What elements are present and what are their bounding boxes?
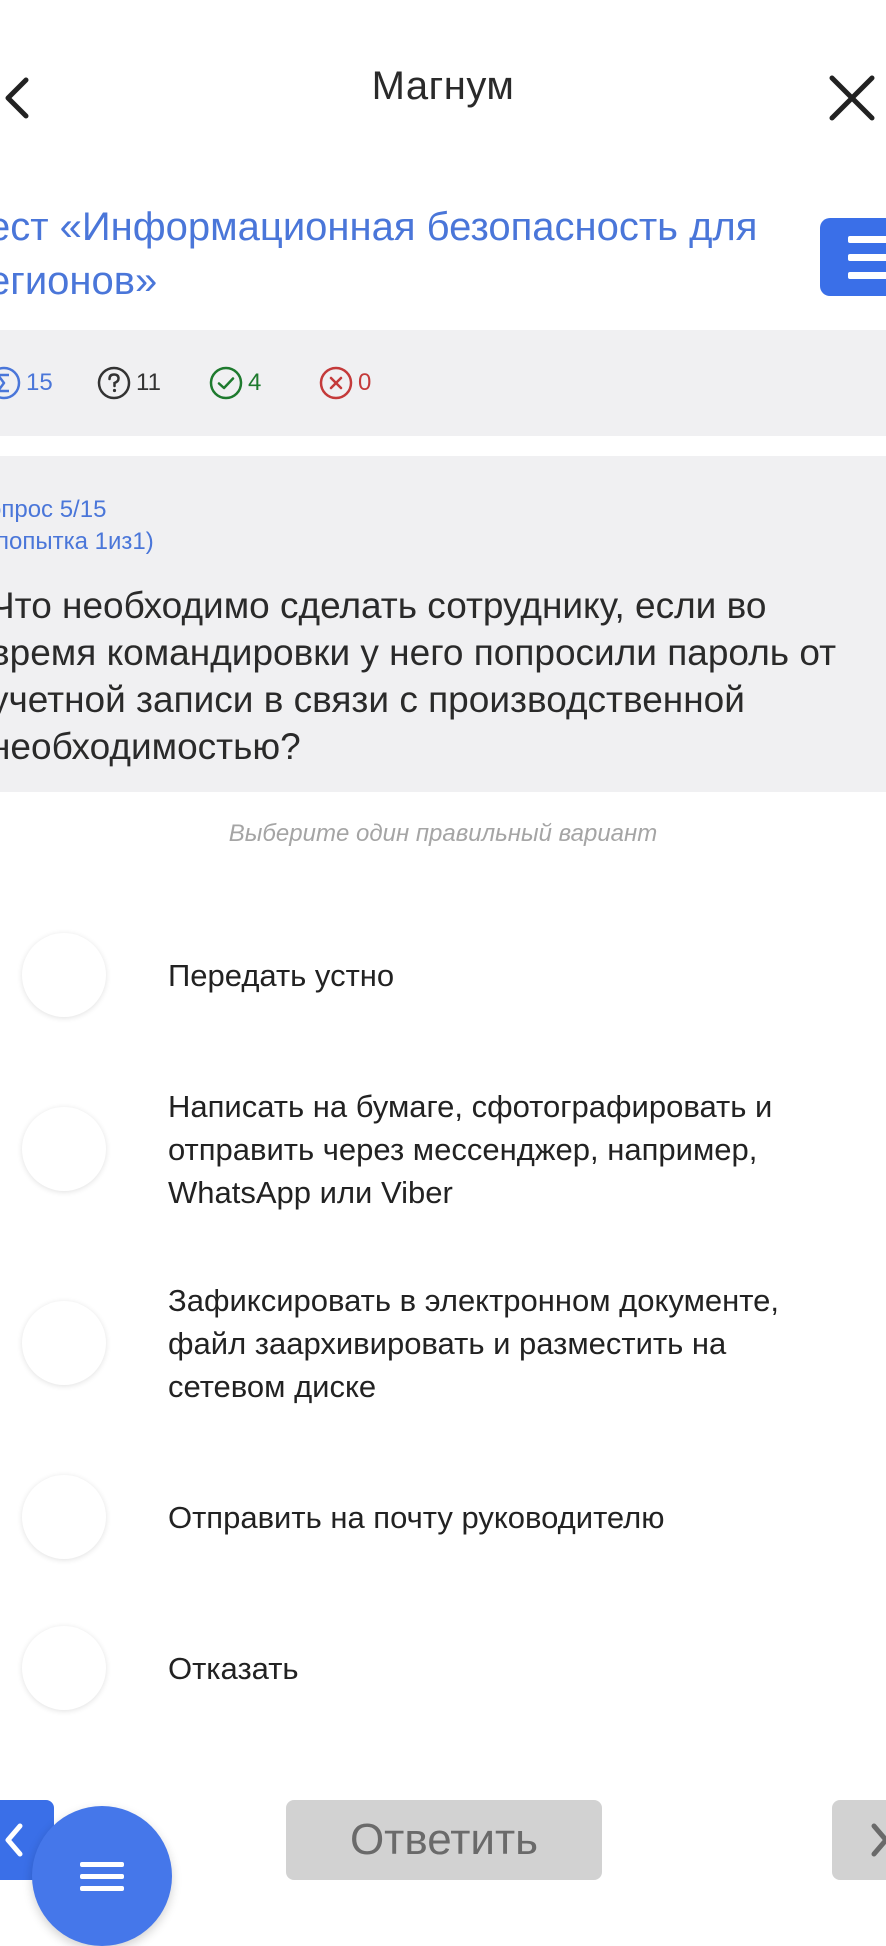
radio-button[interactable] [22, 1626, 106, 1710]
answer-option-line: Отказать [168, 1651, 299, 1686]
question-card: опрос 5/15 (попытка 1из1) Что необходимо… [0, 456, 886, 792]
check-circle-icon [209, 366, 243, 400]
x-circle-icon [319, 366, 353, 400]
answer-option-line: Зафиксировать в электронном документе, [168, 1283, 779, 1318]
stat-correct-value: 4 [248, 369, 262, 396]
stat-wrong-value: 0 [358, 369, 372, 396]
question-text-line: учетной записи в связи с производственно… [0, 679, 745, 720]
question-number: опрос 5/15 [0, 496, 107, 523]
answer-option-label: Передать устно [168, 954, 868, 997]
answer-option[interactable]: Отправить на почту руководителю [0, 1472, 886, 1562]
radio-button[interactable] [22, 1475, 106, 1559]
answer-button[interactable]: Ответить [286, 1800, 602, 1880]
radio-button[interactable] [22, 1107, 106, 1191]
test-title-line: ест «Информационная безопасность для [0, 205, 758, 249]
answer-option-line: Передать устно [168, 958, 395, 993]
answer-option-line: сетевом диске [168, 1369, 377, 1404]
stats-panel: 15 11 4 0 [0, 330, 886, 436]
app-title: Магнум [371, 64, 515, 108]
test-menu-button[interactable] [820, 218, 886, 296]
stat-total: 15 [0, 365, 53, 401]
close-button[interactable] [816, 62, 886, 132]
answer-option[interactable]: Зафиксировать в электронном документе, ф… [0, 1279, 886, 1419]
answer-option-line: Написать на бумаге, сфотографировать и [168, 1089, 773, 1124]
question-circle-icon [97, 366, 131, 400]
question-meta: опрос 5/15 (попытка 1из1) [0, 494, 154, 558]
radio-button[interactable] [22, 1301, 106, 1385]
sigma-icon [0, 366, 21, 400]
top-bar: Магнум [0, 0, 886, 190]
close-icon [829, 75, 875, 121]
stat-correct: 4 [208, 365, 261, 401]
answer-option[interactable]: Написать на бумаге, сфотографировать и о… [0, 1085, 886, 1225]
next-question-button[interactable] [832, 1800, 886, 1880]
answer-option-label: Отправить на почту руководителю [168, 1496, 868, 1539]
test-title: ест «Информационная безопасность для еги… [0, 200, 798, 308]
question-text: Что необходимо сделать сотруднику, если … [0, 582, 886, 770]
answer-option-label: Отказать [168, 1647, 868, 1690]
stat-total-value: 15 [26, 369, 53, 396]
chevron-right-icon [871, 1823, 886, 1857]
answer-option-line: файл заархивировать и разместить на [168, 1326, 727, 1361]
stat-unanswered: 11 [96, 365, 161, 401]
question-text-line: необходимостью? [0, 726, 301, 767]
answer-option[interactable]: Передать устно [0, 930, 886, 1020]
answer-option-label: Зафиксировать в электронном документе, ф… [168, 1279, 868, 1408]
stat-wrong: 0 [318, 365, 371, 401]
answer-option[interactable]: Отказать [0, 1623, 886, 1713]
question-text-line: время командировки у него попросили паро… [0, 632, 837, 673]
answer-option-label: Написать на бумаге, сфотографировать и о… [168, 1085, 868, 1214]
test-title-line: егионов» [0, 259, 158, 303]
question-text-line: Что необходимо сделать сотруднику, если … [0, 585, 767, 626]
radio-button[interactable] [22, 933, 106, 1017]
answer-option-line: Отправить на почту руководителю [168, 1500, 665, 1535]
stat-unanswered-value: 11 [136, 369, 161, 396]
floating-menu-button[interactable] [32, 1806, 172, 1946]
answer-option-line: WhatsApp или Viber [168, 1175, 453, 1210]
answer-instruction: Выберите один правильный вариант [228, 820, 658, 847]
question-attempt: (попытка 1из1) [0, 528, 154, 555]
answer-option-line: отправить через мессенджер, например, [168, 1132, 758, 1167]
